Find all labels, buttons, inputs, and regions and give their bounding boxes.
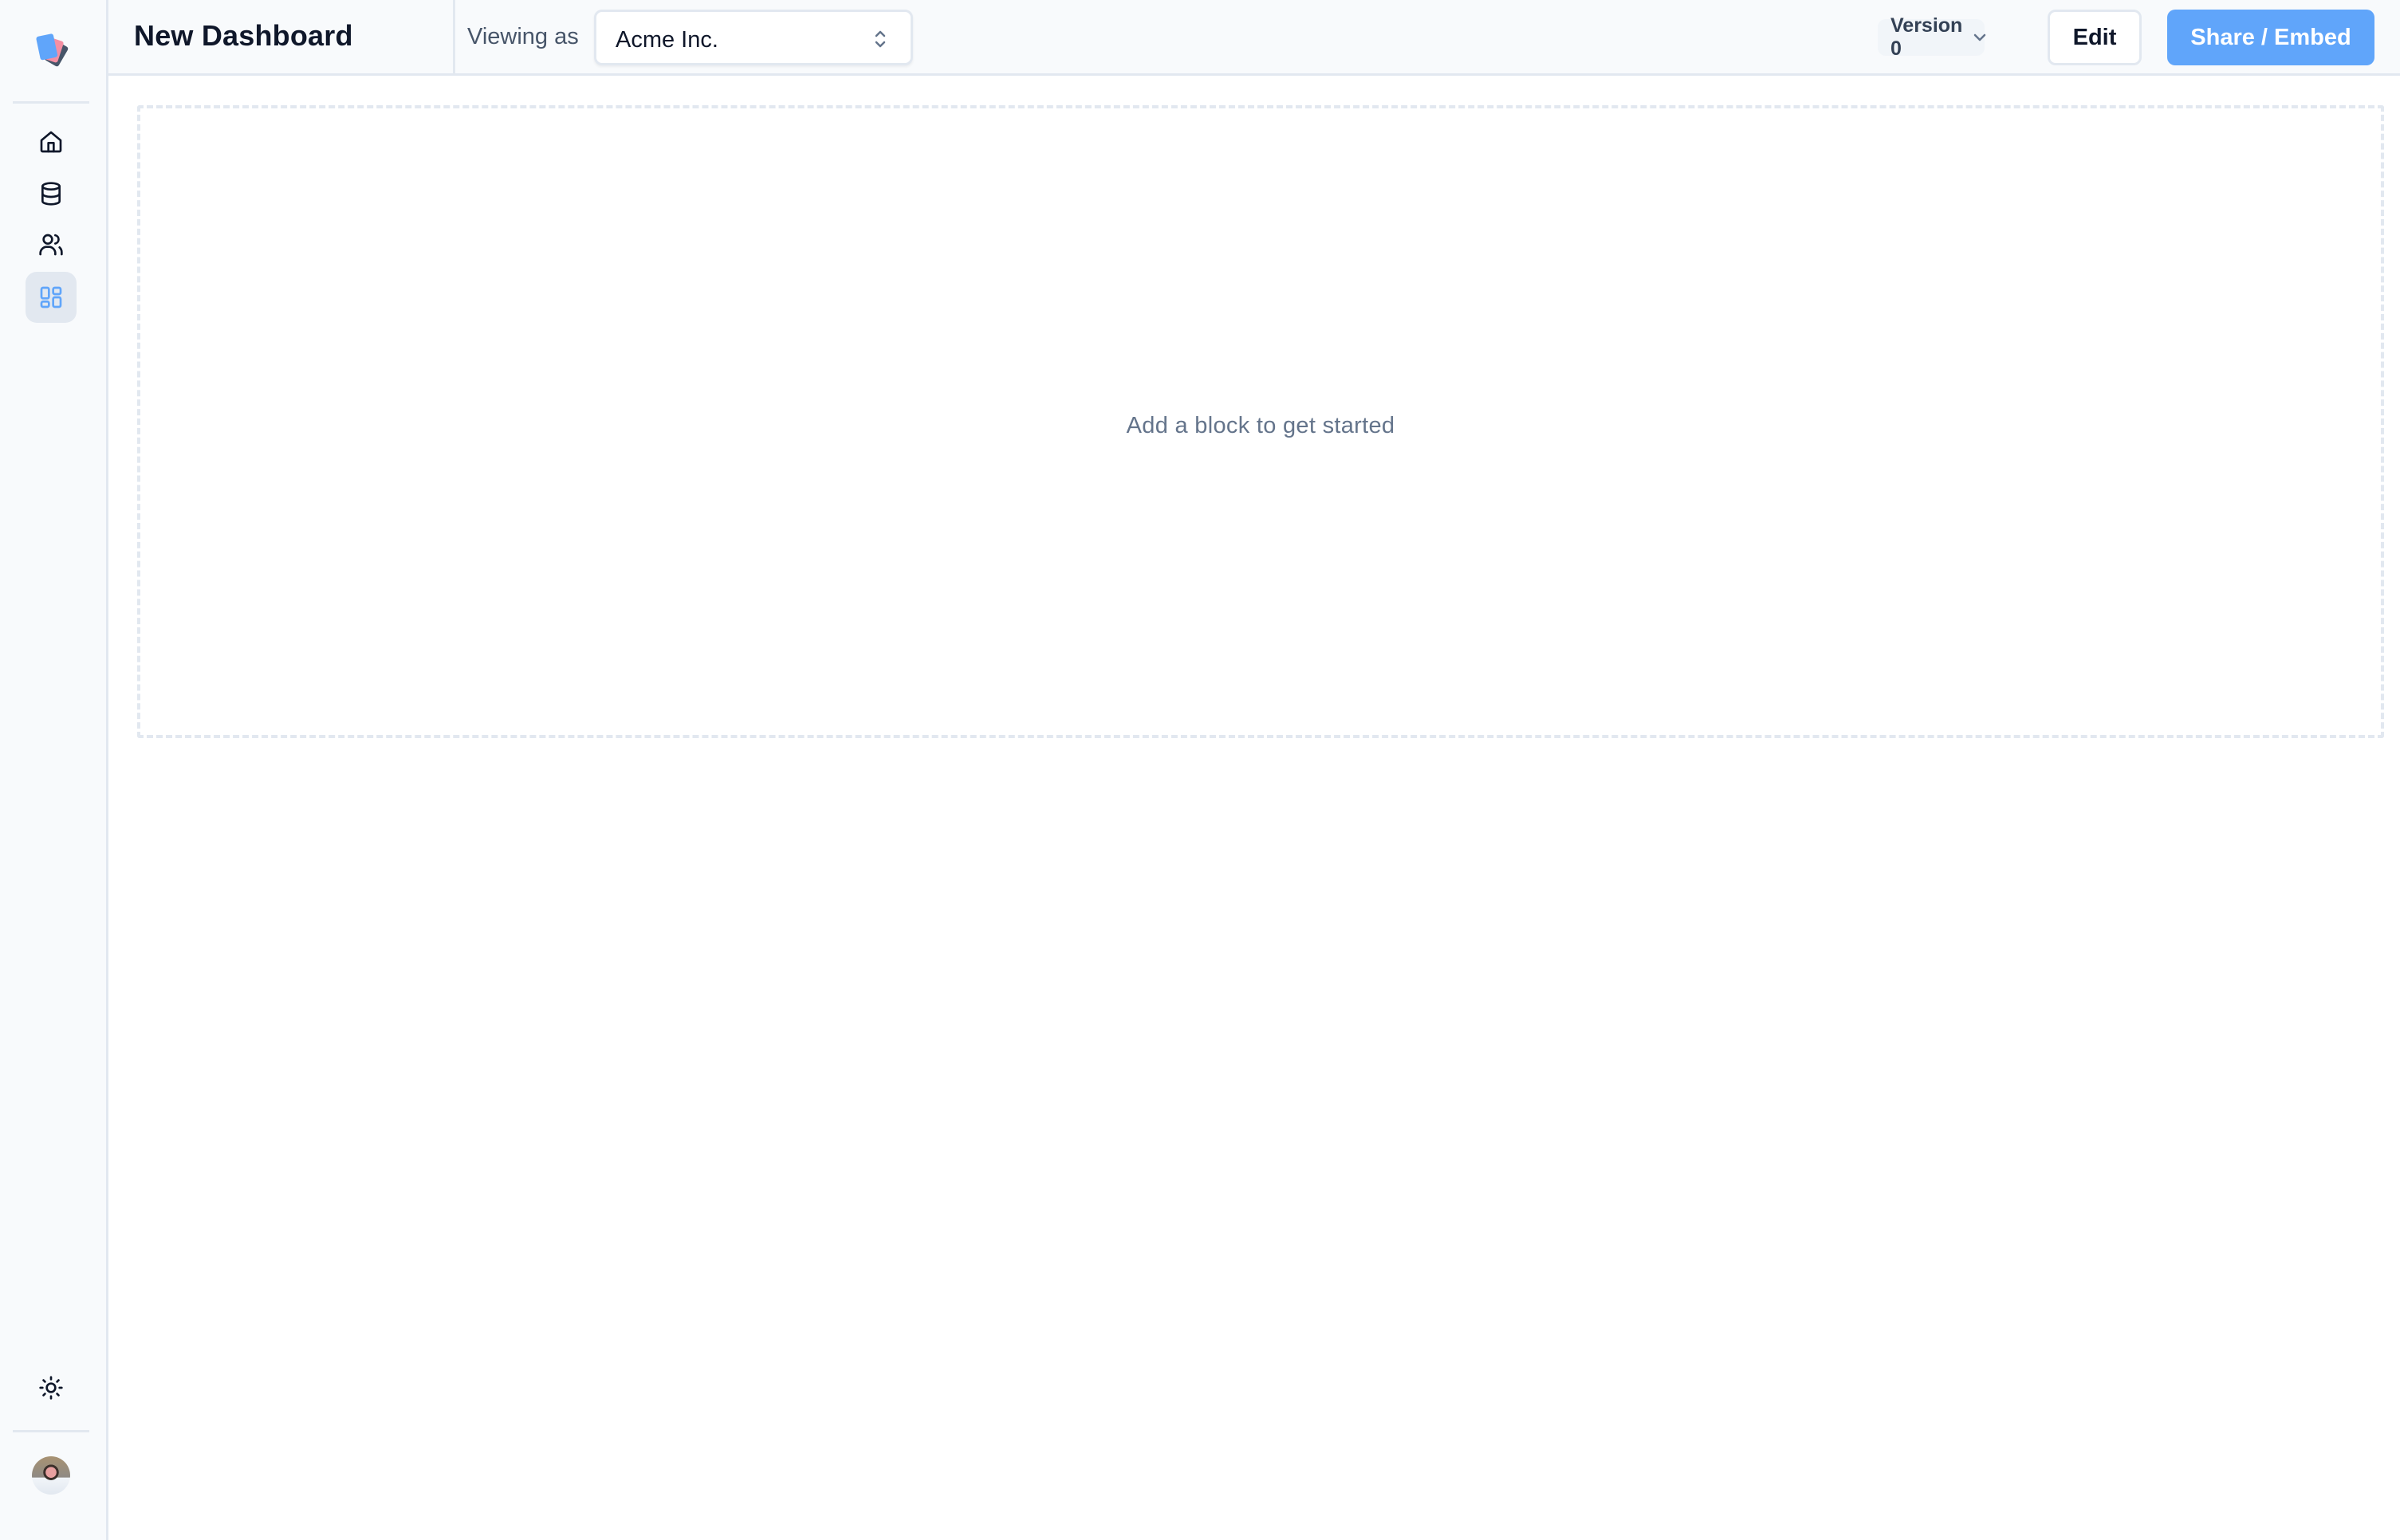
- dashboard-layout-icon: [40, 286, 62, 308]
- page-title: New Dashboard: [134, 19, 353, 52]
- sun-icon: [39, 1376, 63, 1400]
- database-icon: [41, 182, 61, 206]
- version-dropdown[interactable]: Version 0: [1878, 14, 1988, 60]
- header-divider: [453, 0, 455, 73]
- viewing-as-label: Viewing as: [467, 24, 579, 49]
- sidebar-item-dashboards[interactable]: [26, 272, 77, 323]
- sidebar-divider-bottom: [13, 1430, 89, 1432]
- theme-toggle-button[interactable]: [26, 1362, 77, 1413]
- empty-state-text: Add a block to get started: [1126, 413, 1395, 438]
- users-icon: [39, 234, 63, 256]
- sidebar: [0, 0, 108, 1540]
- chevron-up-down-icon: [874, 28, 887, 50]
- version-label: Version 0: [1890, 14, 1963, 60]
- sidebar-item-users[interactable]: [26, 219, 77, 270]
- user-avatar[interactable]: [32, 1456, 70, 1495]
- viewing-as-select[interactable]: Acme Inc.: [594, 10, 913, 65]
- viewing-as-value: Acme Inc.: [616, 27, 718, 53]
- sidebar-divider: [13, 101, 89, 104]
- chevron-down-icon: [1972, 29, 1988, 45]
- sidebar-item-home[interactable]: [26, 116, 77, 167]
- home-icon: [40, 131, 62, 153]
- share-embed-button[interactable]: Share / Embed: [2167, 10, 2374, 65]
- top-bar: New Dashboard Viewing as Acme Inc. Versi…: [108, 0, 2400, 76]
- dashboard-empty-canvas[interactable]: Add a block to get started: [137, 105, 2384, 738]
- app-logo[interactable]: [30, 30, 72, 72]
- edit-button[interactable]: Edit: [2048, 10, 2142, 65]
- sidebar-item-database[interactable]: [26, 168, 77, 219]
